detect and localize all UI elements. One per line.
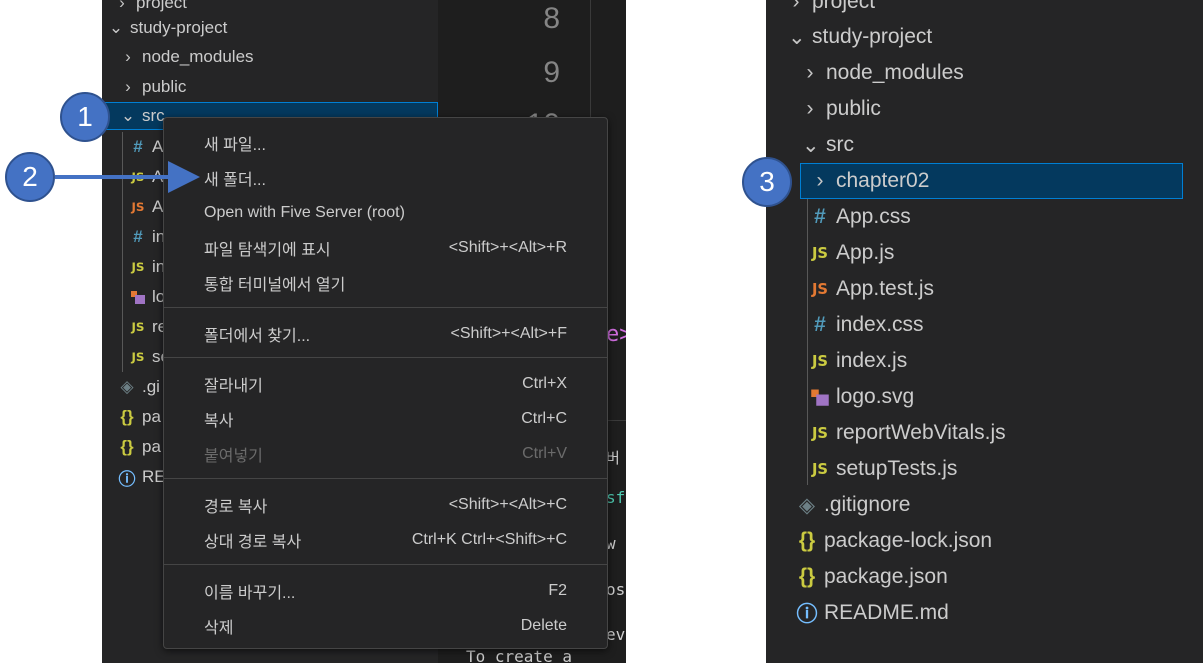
step-badge-1: 1 [60,92,110,142]
annotation-arrow [55,161,200,193]
step-badge-3: 3 [742,157,792,207]
step-badge-2: 2 [5,152,55,202]
